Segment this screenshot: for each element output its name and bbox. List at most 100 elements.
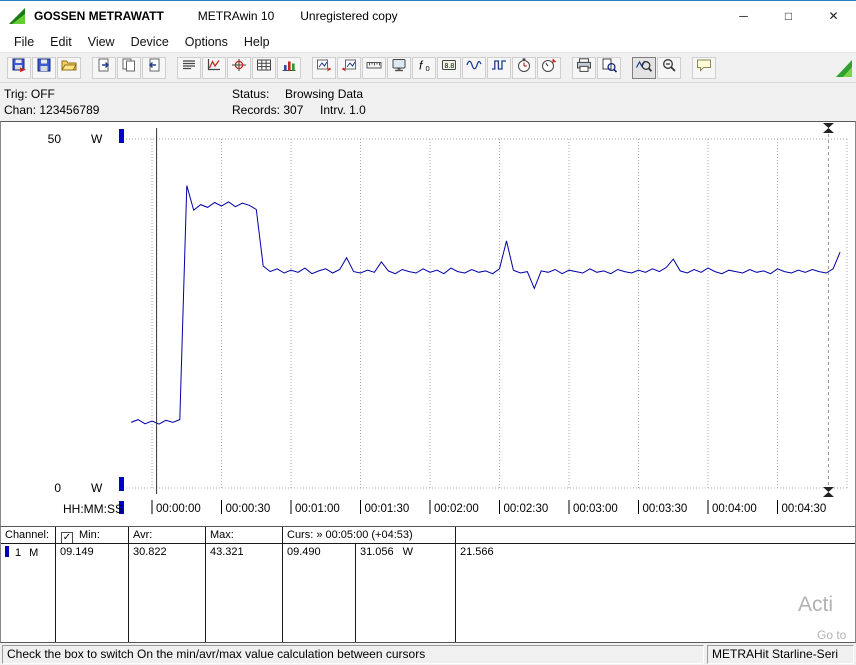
svg-text:00:01:30: 00:01:30 xyxy=(365,503,410,515)
window-controls: ─ □ ✕ xyxy=(721,1,856,31)
cell-cursor2-value: 31.056 W xyxy=(356,544,456,642)
window-back-icon xyxy=(315,57,333,78)
display-icon: 8.8 xyxy=(440,57,458,78)
yt-chart-button[interactable] xyxy=(202,56,226,79)
scale-button[interactable] xyxy=(362,56,386,79)
table-view-icon xyxy=(255,57,273,78)
step-wave-button[interactable] xyxy=(487,56,511,79)
bar-view-icon xyxy=(280,57,298,78)
page-copy-icon xyxy=(120,57,138,78)
header-channel: Channel: xyxy=(1,527,56,543)
function-icon: f0 xyxy=(415,57,433,78)
close-button[interactable]: ✕ xyxy=(811,1,856,31)
table-view-button[interactable] xyxy=(252,56,276,79)
timer-button[interactable] xyxy=(512,56,536,79)
toolbar-group xyxy=(572,56,622,79)
print-icon xyxy=(575,57,593,78)
toolbar-group xyxy=(7,56,82,79)
text-view-button[interactable] xyxy=(177,56,201,79)
zoom-out-button[interactable] xyxy=(657,56,681,79)
header-avr: Avr: xyxy=(129,527,206,543)
toolbar-group xyxy=(177,56,302,79)
channel-range-mark-top xyxy=(119,129,124,143)
toolbar-group: f 0 8.8 xyxy=(312,56,562,79)
channel-range-mark-bottom xyxy=(119,477,124,491)
cell-avr: 30.822 xyxy=(129,544,206,642)
file-open-icon xyxy=(60,57,78,78)
menu-device[interactable]: Device xyxy=(123,33,177,51)
display-button[interactable]: 8.8 xyxy=(437,56,461,79)
y-axis-labels: 50 W 0 W xyxy=(48,129,124,514)
trigger-icon xyxy=(540,57,558,78)
svg-text:W: W xyxy=(91,481,103,495)
minmax-calc-checkbox[interactable]: ✓ xyxy=(61,532,73,543)
page-import-icon xyxy=(145,57,163,78)
file-open-button[interactable] xyxy=(57,56,81,79)
channel-list: Chan: 123456789 xyxy=(4,103,100,117)
x-axis-labels: HH:MM:SS 00:00:00 00:00:30 00:01:00 00:01:30… xyxy=(63,500,826,516)
channel-color-mark xyxy=(5,546,9,557)
monitor-button[interactable] xyxy=(387,56,411,79)
file-export-button[interactable] xyxy=(7,56,31,79)
interval-value: Intrv. 1.0 xyxy=(320,103,366,117)
bar-view-button[interactable] xyxy=(277,56,301,79)
svg-text:f: f xyxy=(419,59,424,73)
trigger-button[interactable] xyxy=(537,56,561,79)
metrawin-window: GOSSEN METRAWATT METRAwin 10 Unregistere… xyxy=(0,0,856,665)
svg-text:HH:MM:SS: HH:MM:SS xyxy=(63,502,123,516)
cursor-2-top-handle[interactable] xyxy=(822,123,834,133)
analog-wave-button[interactable] xyxy=(462,56,486,79)
grid xyxy=(126,138,848,489)
scale-icon xyxy=(365,57,383,78)
cell-cursor1-value: 09.490 xyxy=(283,544,356,642)
note-button[interactable] xyxy=(692,56,716,79)
file-save-button[interactable] xyxy=(32,56,56,79)
toolbar-group xyxy=(92,56,167,79)
page-import-button[interactable] xyxy=(142,56,166,79)
window-back-button[interactable] xyxy=(312,56,336,79)
minimize-button[interactable]: ─ xyxy=(721,1,766,31)
print-button[interactable] xyxy=(572,56,596,79)
header-cursors: Curs: » 00:05:00 (+04:53) xyxy=(283,527,456,543)
status-bar: Check the box to switch On the min/avr/m… xyxy=(0,643,856,665)
status-bar-message: Check the box to switch On the min/avr/m… xyxy=(2,645,704,664)
chart-canvas[interactable]: 50 W 0 W HH:MM:SS 00:00:00 00:00:30 00:01:00 00:… xyxy=(1,122,855,526)
step-wave-icon xyxy=(490,57,508,78)
menu-help[interactable]: Help xyxy=(236,33,278,51)
chart-panel: 50 W 0 W HH:MM:SS 00:00:00 00:00:30 00:01:00 00:… xyxy=(0,121,856,527)
svg-text:W: W xyxy=(91,132,103,146)
yt-chart-icon xyxy=(205,57,223,78)
menu-file[interactable]: File xyxy=(6,33,42,51)
menu-view[interactable]: View xyxy=(80,33,123,51)
text-view-icon xyxy=(180,57,198,78)
svg-text:0: 0 xyxy=(426,64,430,73)
svg-text:00:03:30: 00:03:30 xyxy=(643,503,688,515)
channel-1-row: 1M 09.149 30.822 43.321 09.490 31.056 W 2… xyxy=(1,544,855,642)
status-bar-device: METRAHit Starline-Seri xyxy=(707,645,854,664)
page-copy-button[interactable] xyxy=(117,56,141,79)
menu-edit[interactable]: Edit xyxy=(42,33,80,51)
svg-text:00:04:00: 00:04:00 xyxy=(712,503,757,515)
cell-min: 09.149 xyxy=(56,544,129,642)
monitor-icon xyxy=(390,57,408,78)
toolbar-group xyxy=(692,56,717,79)
page-export-button[interactable] xyxy=(92,56,116,79)
zoom-curve-button[interactable] xyxy=(632,56,656,79)
menu-options[interactable]: Options xyxy=(177,33,236,51)
xy-chart-button[interactable] xyxy=(227,56,251,79)
window-forward-button[interactable] xyxy=(337,56,361,79)
cursor-2-bottom-handle[interactable] xyxy=(822,487,834,497)
toolbar: f 0 8.8 xyxy=(0,53,856,83)
function-button[interactable]: f0 xyxy=(412,56,436,79)
header-max: Max: xyxy=(206,527,283,543)
status-info-panel: Trig: OFF Status: Browsing Data Chan: 12… xyxy=(0,83,856,121)
svg-text:00:01:00: 00:01:00 xyxy=(295,503,340,515)
cell-unit: W xyxy=(402,546,414,558)
maximize-button[interactable]: □ xyxy=(766,1,811,31)
cell-max: 43.321 xyxy=(206,544,283,642)
toolbar-group xyxy=(632,56,682,79)
zoom-out-icon xyxy=(660,57,678,78)
trigger-status: Trig: OFF xyxy=(4,87,55,101)
print-preview-button[interactable] xyxy=(597,56,621,79)
xy-chart-icon xyxy=(230,57,248,78)
